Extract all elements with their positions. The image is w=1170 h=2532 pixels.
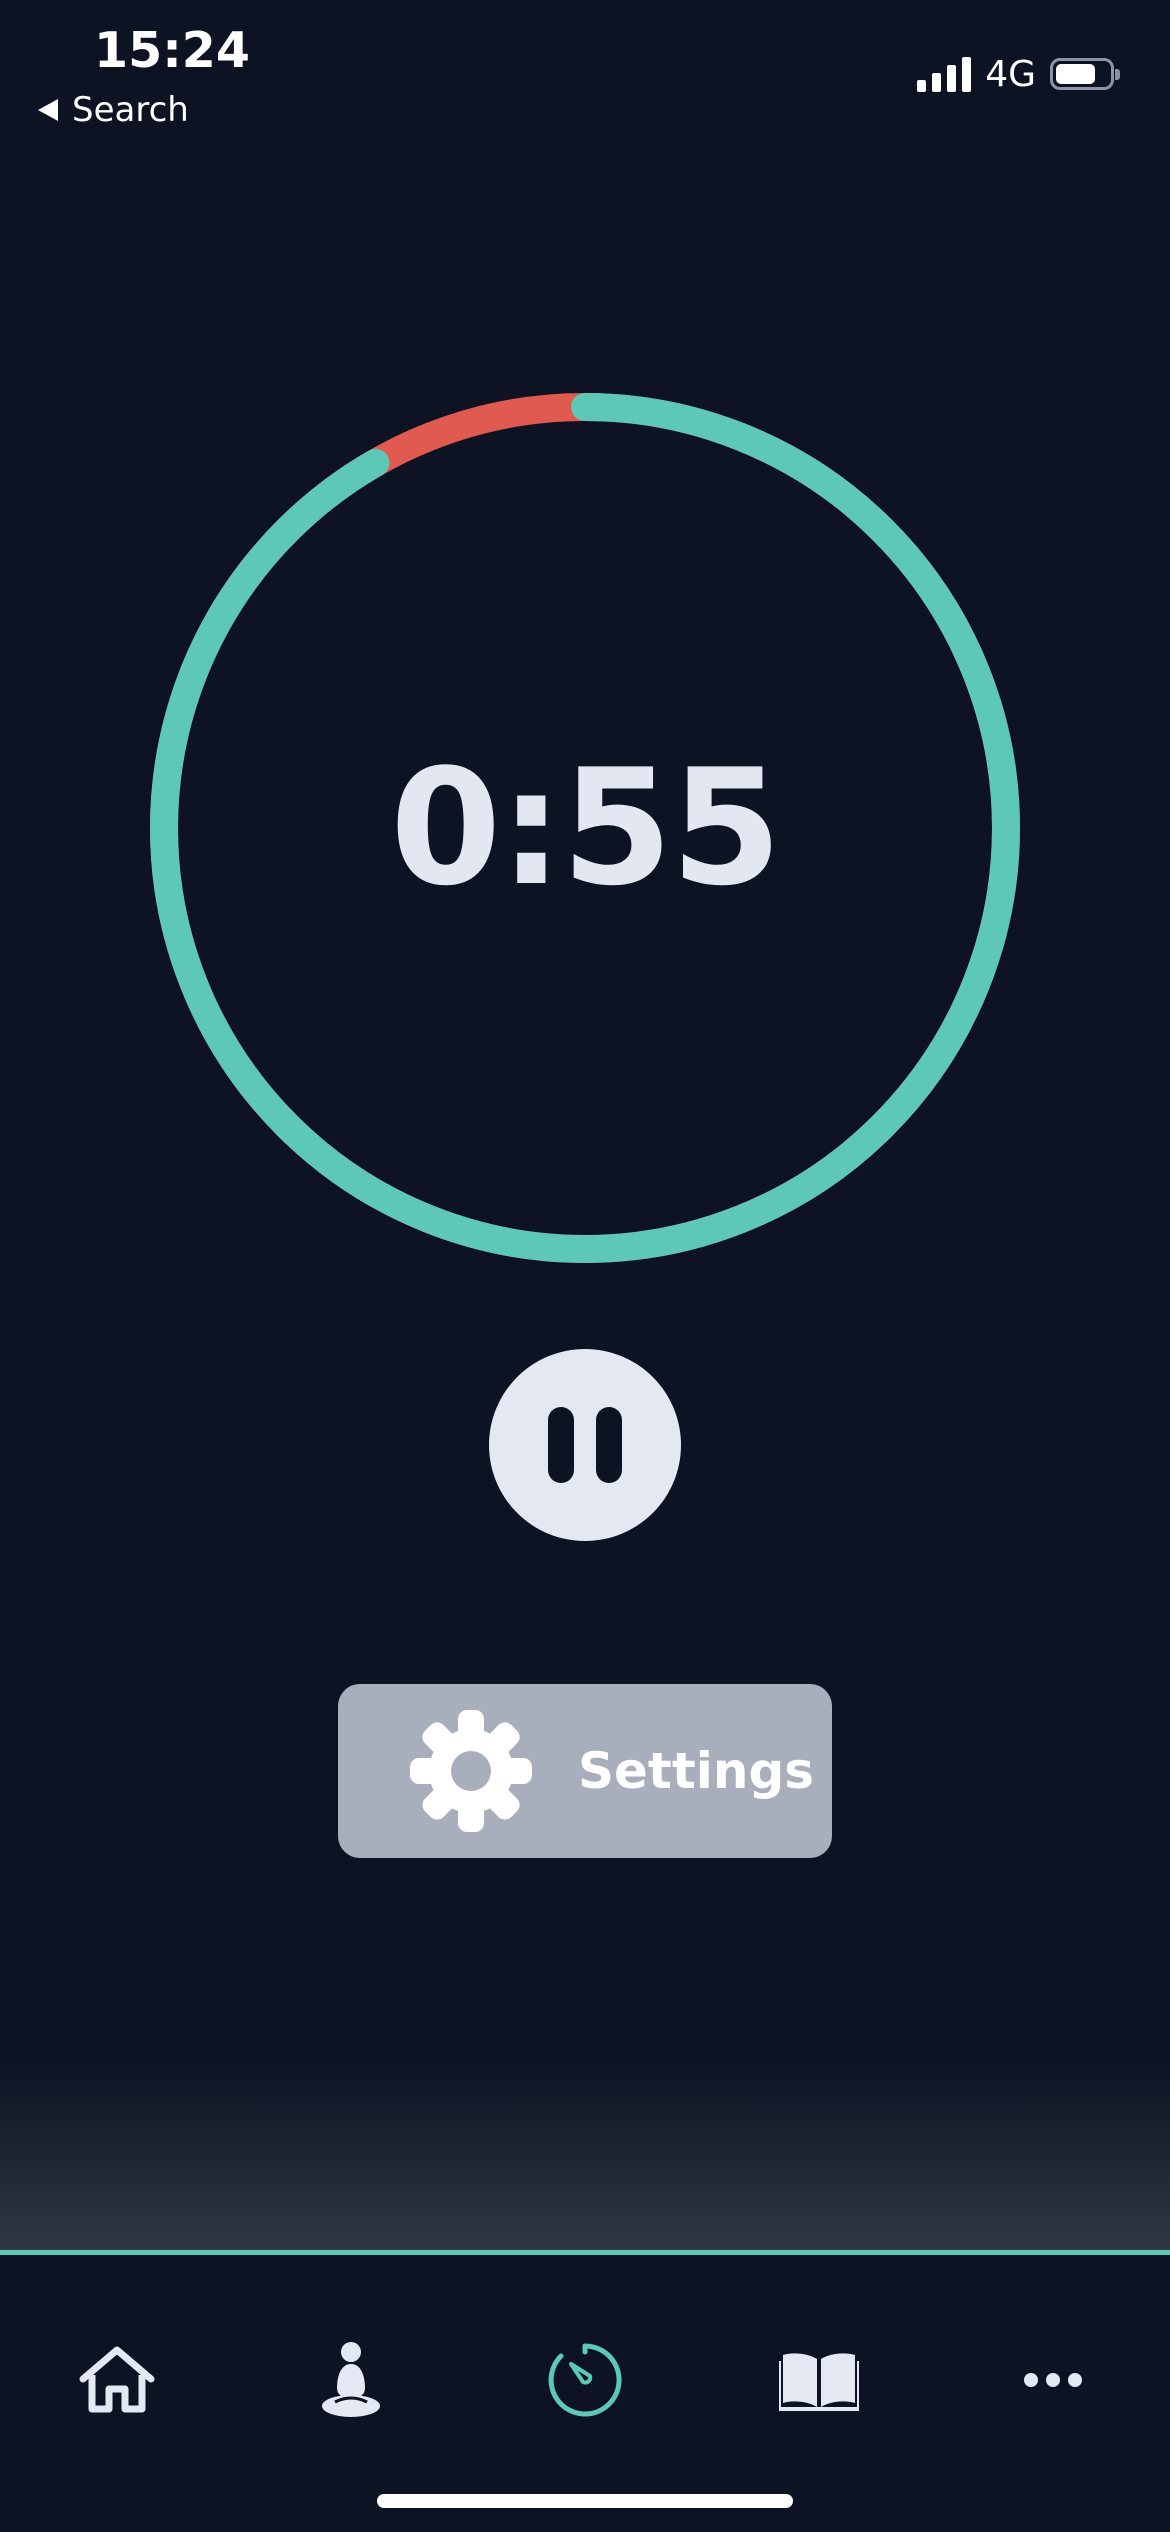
status-time: 15:24: [94, 22, 250, 79]
bottom-glow: [0, 2060, 1170, 2250]
more-dots-icon: [1024, 2373, 1082, 2387]
battery-level: [1056, 64, 1095, 84]
back-to-search-link[interactable]: Search: [38, 88, 189, 132]
settings-button[interactable]: Settings: [338, 1684, 832, 1858]
tab-bar: [0, 2255, 1170, 2532]
tab-library[interactable]: [774, 2335, 864, 2425]
tab-meditate[interactable]: [306, 2335, 396, 2425]
timer-icon: [548, 2343, 622, 2417]
timer-screen: 15:24 Search 4G 0:55 Settings: [0, 0, 1170, 2532]
gear-icon: [410, 1710, 532, 1832]
meditation-person-icon: [322, 2342, 380, 2417]
status-indicators: 4G: [917, 52, 1120, 96]
tab-timer[interactable]: [540, 2335, 630, 2425]
back-label: Search: [72, 90, 189, 130]
book-icon: [779, 2353, 859, 2411]
pause-icon: [548, 1407, 574, 1483]
battery-icon: [1050, 58, 1120, 90]
home-icon: [79, 2346, 155, 2413]
home-indicator: [377, 2494, 793, 2508]
signal-strength-icon: [917, 56, 972, 92]
timer-countdown: 0:55: [390, 734, 782, 921]
tab-home[interactable]: [72, 2335, 162, 2425]
timer-ring: 0:55: [150, 393, 1020, 1263]
network-type: 4G: [985, 53, 1036, 95]
pause-button[interactable]: [489, 1349, 681, 1541]
settings-label: Settings: [578, 1742, 815, 1800]
tab-more[interactable]: [1008, 2335, 1098, 2425]
back-arrow-icon: [38, 99, 58, 121]
